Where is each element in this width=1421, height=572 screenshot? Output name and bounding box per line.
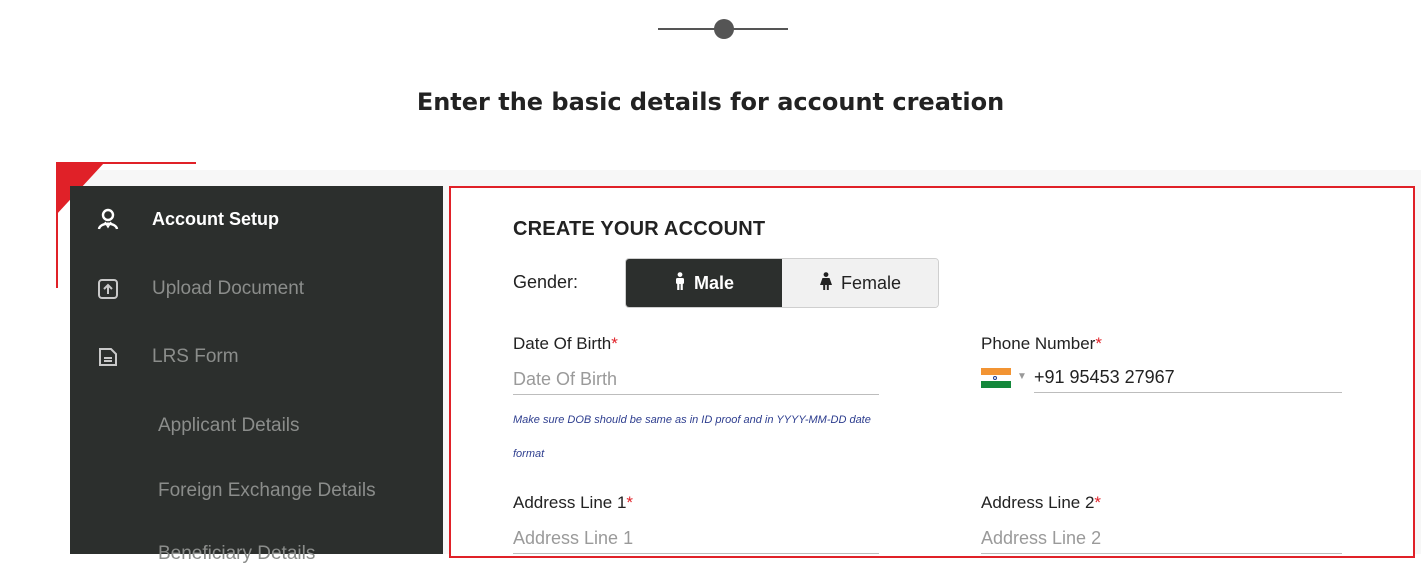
address2-input[interactable] — [981, 527, 1342, 549]
gender-female-label: Female — [840, 272, 902, 293]
required-mark: * — [1095, 334, 1102, 353]
sidebar-subitem-label: Applicant Details — [158, 415, 300, 436]
phone-label: Phone Number* — [981, 334, 1102, 354]
sidebar-item-label: LRS Form — [152, 346, 239, 367]
section-subtitle: Enter the basic details for account crea… — [416, 88, 1005, 116]
sidebar-subitem-applicant-details[interactable]: Applicant Details — [70, 408, 443, 444]
document-icon — [96, 345, 120, 369]
sidebar-subitem-foreign-exchange-details[interactable]: Foreign Exchange Details — [70, 473, 443, 509]
sidebar-subitem-label: Beneficiary Details — [158, 543, 316, 564]
dob-field — [513, 364, 879, 395]
gender-toggle: Male Female — [625, 258, 939, 308]
india-flag-icon[interactable] — [981, 368, 1011, 389]
sidebar-item-label: Upload Document — [152, 278, 305, 299]
required-mark: * — [626, 493, 634, 512]
user-icon — [96, 207, 120, 231]
sidebar-item-account-setup[interactable]: Account Setup — [70, 201, 443, 237]
corner-accent-line-left — [56, 162, 58, 288]
dob-label-text: Date Of Birth — [513, 334, 612, 353]
chevron-down-icon[interactable]: ▼ — [1017, 371, 1027, 382]
sidebar-subitem-label: Foreign Exchange Details — [158, 480, 376, 501]
phone-label-text: Phone Number — [981, 334, 1096, 353]
dob-label: Date Of Birth* — [513, 334, 618, 354]
address1-field — [513, 523, 879, 554]
address1-label-text: Address Line 1 — [513, 493, 627, 512]
dob-input[interactable] — [513, 368, 879, 390]
sidebar-subitem-beneficiary-details[interactable]: Beneficiary Details — [70, 536, 443, 572]
male-icon — [674, 271, 686, 295]
form-heading: CREATE YOUR ACCOUNT — [513, 218, 766, 240]
phone-field — [1034, 362, 1342, 393]
gender-label: Gender: — [513, 272, 579, 292]
address2-field — [981, 523, 1342, 554]
section-divider-dot — [714, 19, 734, 39]
sidebar-item-upload-document[interactable]: Upload Document — [70, 271, 443, 307]
phone-input[interactable] — [1034, 366, 1342, 388]
address2-label: Address Line 2* — [981, 493, 1101, 513]
gender-female-button[interactable]: Female — [782, 259, 938, 307]
gender-male-label: Male — [693, 272, 735, 293]
address2-label-text: Address Line 2 — [981, 493, 1095, 512]
gender-male-button[interactable]: Male — [626, 259, 782, 307]
required-mark: * — [611, 334, 618, 353]
create-account-form: CREATE YOUR ACCOUNT Gender: Male Female … — [449, 186, 1415, 558]
female-icon — [819, 271, 833, 295]
dob-hint-line2: format — [513, 448, 545, 460]
required-mark: * — [1094, 493, 1102, 512]
sidebar-item-lrs-form[interactable]: LRS Form — [70, 339, 443, 375]
address1-label: Address Line 1* — [513, 493, 633, 513]
upload-icon — [96, 277, 120, 301]
corner-accent-line-top — [56, 162, 196, 164]
sidebar: Account Setup Upload Document LRS Form A… — [70, 186, 443, 564]
address1-input[interactable] — [513, 527, 879, 549]
dob-hint-line1: Make sure DOB should be same as in ID pr… — [513, 414, 871, 426]
sidebar-item-label: Account Setup — [152, 208, 280, 229]
